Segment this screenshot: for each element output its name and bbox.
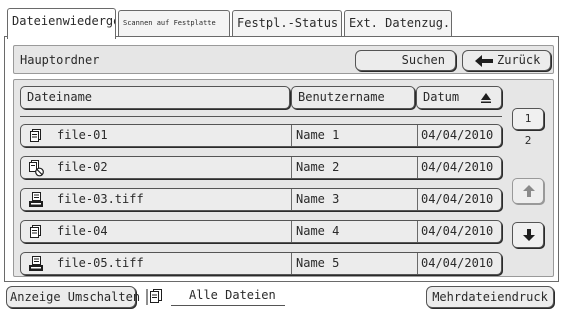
file-name: file-02 [57,160,108,174]
column-header-filename[interactable]: Dateiname [20,86,290,109]
search-button-label: Suchen [401,53,445,67]
column-header-date[interactable]: Datum [416,86,502,109]
file-date: 04/04/2010 [417,253,493,274]
file-date: 04/04/2010 [417,157,493,178]
document-stack-cancel-icon [29,160,44,177]
file-user: Name 1 [291,125,417,146]
arrow-up-icon [523,185,535,197]
file-date: 04/04/2010 [417,221,493,242]
file-date: 04/04/2010 [417,189,493,210]
tab-scan-to-hdd[interactable]: Scannen auf Festplatte [118,10,230,36]
file-list-area: Dateiname Benutzername Datum file-01 Nam… [13,79,554,277]
page-total: 2 [524,134,532,147]
scroll-up-button[interactable] [512,178,544,204]
column-header-username[interactable]: Benutzername [291,86,415,109]
list-divider [20,116,502,117]
arrow-down-icon [523,229,535,241]
file-name: file-05.tiff [57,256,144,270]
page-number-button[interactable]: 1 [512,108,544,130]
file-row[interactable]: file-03.tiff Name 3 04/04/2010 [20,188,502,211]
document-stack-icon [30,225,41,238]
file-user: Name 3 [291,189,417,210]
tab-external-data-access[interactable]: Ext. Datenzug. [344,10,452,36]
scan-document-icon [29,192,43,207]
bottom-bar: Anzeige Umschalten Alle Dateien Mehrdate… [6,286,559,310]
main-panel: Hauptordner Suchen Zurück Dateiname Benu… [4,36,559,282]
file-row[interactable]: file-04 Name 4 04/04/2010 [20,220,502,243]
search-button[interactable]: Suchen [355,50,456,71]
toggle-view-button[interactable]: Anzeige Umschalten [6,286,140,308]
back-button[interactable]: Zurück [462,50,551,71]
tab-bar: Dateienwiederge. Scannen auf Festplatte … [7,8,559,39]
folder-title: Hauptordner [20,53,100,67]
file-name: file-04 [57,224,108,238]
file-filter-label: Alle Dateien [171,286,285,306]
page-current: 1 [524,112,532,125]
column-header-filename-label: Dateiname [27,90,93,104]
file-row[interactable]: file-01 Name 1 04/04/2010 [20,124,502,147]
back-button-label: Zurück [497,53,541,67]
all-files-icon [146,289,162,305]
file-user: Name 4 [291,221,417,242]
column-header-date-label: Datum [423,90,460,104]
sort-ascending-icon [481,93,491,103]
file-name: file-03.tiff [57,192,144,206]
arrow-left-icon [475,55,493,67]
multi-file-print-label: Mehrdateiendruck [432,290,548,304]
document-stack-icon [30,129,41,142]
file-date: 04/04/2010 [417,125,493,146]
file-name: file-01 [57,128,108,142]
multi-file-print-button[interactable]: Mehrdateiendruck [426,286,554,308]
tab-file-retrieval[interactable]: Dateienwiederge. [7,8,116,39]
toggle-view-label: Anzeige Umschalten [10,290,141,304]
tab-hdd-status[interactable]: Festpl.-Status [232,10,342,36]
scroll-down-button[interactable] [512,222,544,248]
column-header-username-label: Benutzername [298,90,385,104]
folder-header: Hauptordner Suchen Zurück [13,45,554,74]
file-user: Name 2 [291,157,417,178]
file-row[interactable]: file-02 Name 2 04/04/2010 [20,156,502,179]
scan-document-icon [29,256,43,271]
file-user: Name 5 [291,253,417,274]
file-row[interactable]: file-05.tiff Name 5 04/04/2010 [20,252,502,275]
